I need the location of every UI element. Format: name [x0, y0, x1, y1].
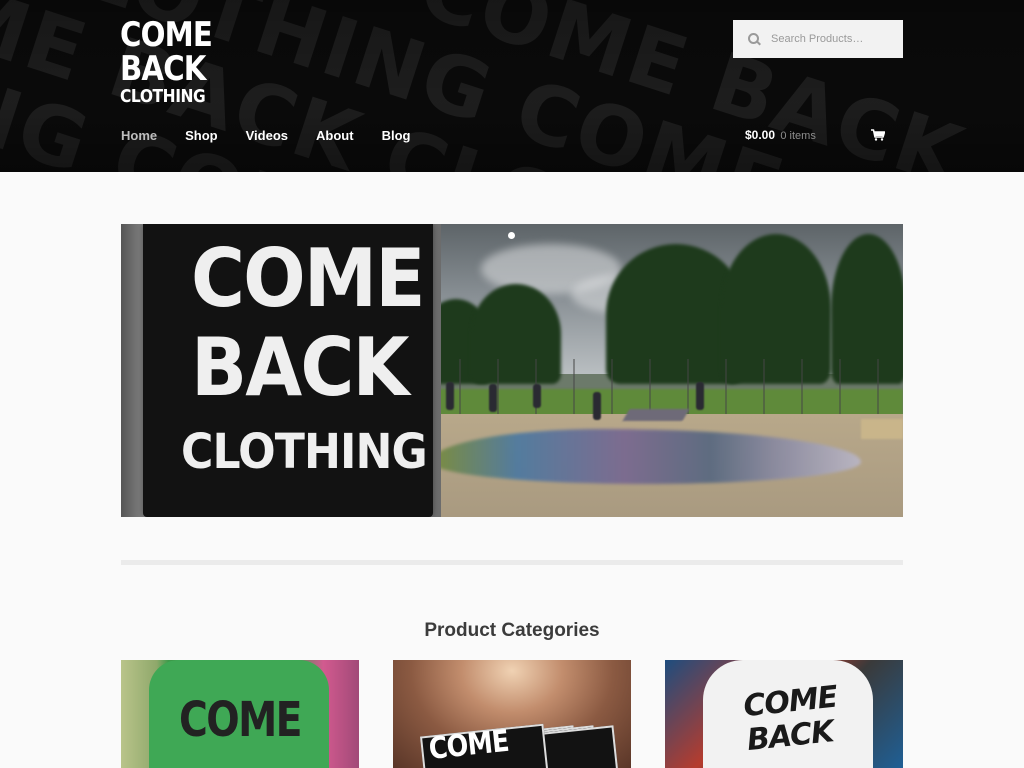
nav-item-about[interactable]: About	[316, 128, 354, 143]
category-card[interactable]: COME BACK	[665, 660, 903, 768]
category-image-text: COME	[179, 692, 302, 748]
main-navigation: Home Shop Videos About Blog	[121, 128, 438, 143]
search-icon	[747, 32, 761, 46]
hero-banner: COME BACK CLOTHING	[121, 224, 903, 517]
nav-item-home[interactable]: Home	[121, 128, 157, 143]
logo-line-3: CLOTHING	[120, 86, 206, 107]
search-box[interactable]	[733, 20, 903, 58]
cart-icon[interactable]	[871, 129, 885, 141]
section-divider	[121, 560, 903, 565]
site-logo[interactable]: COME BACK CLOTHING	[120, 15, 213, 107]
cart-amount: $0.00	[745, 128, 776, 142]
product-categories-title: Product Categories	[424, 620, 600, 641]
hero-sticker: COME BACK CLOTHING	[143, 224, 433, 517]
logo-line-1: COME	[120, 15, 213, 55]
hero-person	[593, 392, 601, 420]
sticker-line-1: COME	[191, 232, 426, 325]
nav-item-videos[interactable]: Videos	[246, 128, 288, 143]
hero-person	[489, 384, 497, 412]
slider-dot[interactable]	[508, 232, 515, 239]
hero-ramp	[622, 409, 690, 421]
cart-item-count: 0 items	[780, 130, 816, 142]
site-header: CLOTHING COME BACK BACK CLOTHING COME CO…	[0, 0, 1024, 172]
hero-ramp	[861, 419, 903, 439]
nav-item-shop[interactable]: Shop	[185, 128, 218, 143]
nav-item-blog[interactable]: Blog	[382, 128, 411, 143]
sticker-line-2: BACK	[191, 321, 410, 414]
hero-person	[696, 382, 704, 410]
hero-person	[446, 382, 454, 410]
sticker-line-3: CLOTHING	[181, 424, 428, 480]
logo-line-2: BACK	[120, 49, 206, 89]
category-card[interactable]: COME	[393, 660, 631, 768]
search-input[interactable]	[771, 33, 891, 45]
hero-person	[533, 384, 541, 408]
category-card[interactable]: COME	[121, 660, 359, 768]
category-image-text: COME BACK	[741, 679, 839, 759]
cart-summary[interactable]: $0.00 0 items	[745, 128, 816, 142]
